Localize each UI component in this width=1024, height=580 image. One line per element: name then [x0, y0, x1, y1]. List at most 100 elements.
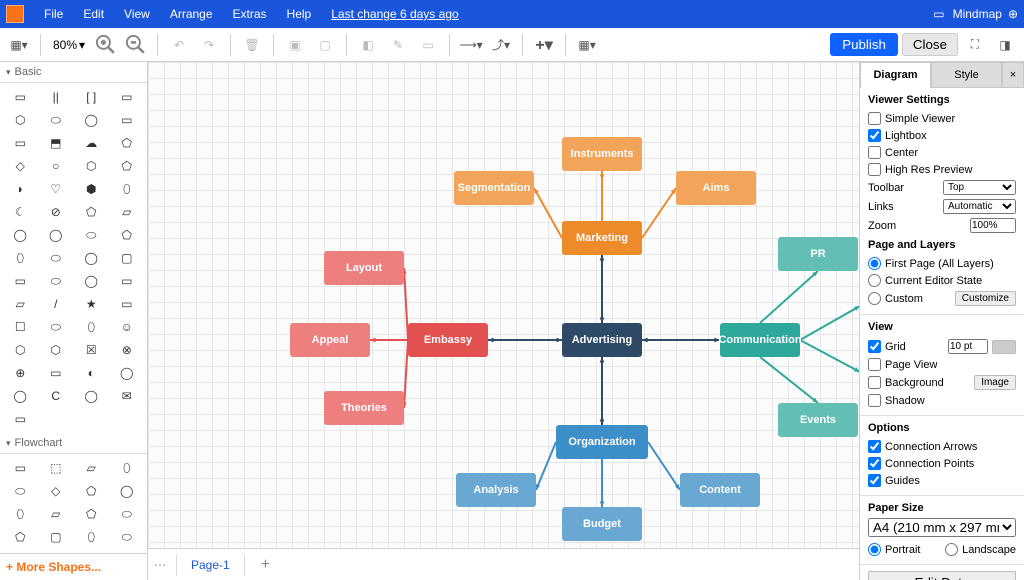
- pages-menu-icon[interactable]: ⋯: [154, 558, 168, 572]
- close-button[interactable]: Close: [902, 33, 958, 56]
- publish-button[interactable]: Publish: [830, 33, 898, 56]
- shape-stencil[interactable]: ▭: [4, 87, 37, 107]
- shape-stencil[interactable]: ▭: [4, 458, 37, 478]
- shape-stencil[interactable]: /: [40, 294, 73, 314]
- shape-stencil[interactable]: ▭: [4, 271, 37, 291]
- node-events[interactable]: Events: [778, 403, 858, 437]
- shape-stencil[interactable]: ⬡: [40, 340, 73, 360]
- zoom-in-icon[interactable]: [93, 32, 119, 58]
- shape-stencil[interactable]: ⬠: [4, 527, 37, 547]
- shape-stencil[interactable]: ⬡: [4, 340, 37, 360]
- redo-icon[interactable]: ↷: [196, 32, 222, 58]
- shape-stencil[interactable]: ⬡: [4, 110, 37, 130]
- shape-stencil[interactable]: ⬭: [75, 225, 108, 245]
- shape-stencil[interactable]: ⬭: [40, 271, 73, 291]
- format-panel-toggle-icon[interactable]: ◨: [992, 32, 1018, 58]
- shape-stencil[interactable]: ⬢: [75, 179, 108, 199]
- grid-checkbox[interactable]: [868, 340, 881, 353]
- conn-points-checkbox[interactable]: [868, 457, 881, 470]
- simple-viewer-checkbox[interactable]: [868, 112, 881, 125]
- shape-stencil[interactable]: ▭: [111, 110, 144, 130]
- node-budget[interactable]: Budget: [562, 507, 642, 541]
- shape-stencil[interactable]: ▭: [4, 409, 37, 429]
- menu-extras[interactable]: Extras: [223, 7, 277, 21]
- shadow-checkbox[interactable]: [868, 394, 881, 407]
- shape-stencil[interactable]: ◯: [40, 225, 73, 245]
- tab-style[interactable]: Style: [931, 62, 1002, 88]
- toolbar-select[interactable]: Top: [943, 180, 1016, 195]
- node-appeal[interactable]: Appeal: [290, 323, 370, 357]
- shape-stencil[interactable]: ▭: [111, 87, 144, 107]
- shape-stencil[interactable]: ⬠: [75, 481, 108, 501]
- customize-button[interactable]: Customize: [955, 291, 1016, 306]
- shape-stencil[interactable]: ⬭: [40, 110, 73, 130]
- delete-icon[interactable]: 🗑: [239, 32, 265, 58]
- grid-size-input[interactable]: [948, 339, 988, 354]
- shape-stencil[interactable]: ☁: [75, 133, 108, 153]
- node-analysis[interactable]: Analysis: [456, 473, 536, 507]
- node-communication[interactable]: Communication: [720, 323, 800, 357]
- center-checkbox[interactable]: [868, 146, 881, 159]
- custom-radio[interactable]: [868, 292, 881, 305]
- shape-stencil[interactable]: ◯: [75, 248, 108, 268]
- shape-stencil[interactable]: ▢: [111, 248, 144, 268]
- connection-icon[interactable]: ⟶▾: [458, 32, 484, 58]
- node-pr[interactable]: PR: [778, 237, 858, 271]
- shape-stencil[interactable]: ⬭: [4, 481, 37, 501]
- undo-icon[interactable]: ↶: [166, 32, 192, 58]
- more-shapes-button[interactable]: + More Shapes...: [0, 553, 147, 580]
- shape-stencil[interactable]: ▭: [111, 271, 144, 291]
- shape-stencil[interactable]: ⬚: [40, 458, 73, 478]
- shape-stencil[interactable]: ◐: [75, 363, 108, 383]
- shape-stencil[interactable]: ◇: [4, 156, 37, 176]
- shape-stencil[interactable]: ⊕: [4, 363, 37, 383]
- background-checkbox[interactable]: [868, 376, 881, 389]
- menu-edit[interactable]: Edit: [73, 7, 114, 21]
- node-layout[interactable]: Layout: [324, 251, 404, 285]
- shape-stencil[interactable]: ▱: [4, 294, 37, 314]
- shape-stencil[interactable]: ▭: [4, 133, 37, 153]
- shape-stencil[interactable]: ✉: [111, 386, 144, 406]
- waypoint-icon[interactable]: ⤴▾: [488, 32, 514, 58]
- background-image-button[interactable]: Image: [974, 375, 1016, 390]
- to-back-icon[interactable]: ▢: [312, 32, 338, 58]
- node-embassy[interactable]: Embassy: [408, 323, 488, 357]
- shape-stencil[interactable]: ◯: [111, 363, 144, 383]
- shape-stencil[interactable]: ♡: [40, 179, 73, 199]
- shape-stencil[interactable]: ▱: [111, 202, 144, 222]
- shape-stencil[interactable]: ⬯: [4, 504, 37, 524]
- globe-icon[interactable]: ⊕: [1008, 7, 1018, 21]
- shape-stencil[interactable]: ◯: [4, 386, 37, 406]
- conn-arrows-checkbox[interactable]: [868, 440, 881, 453]
- shape-stencil[interactable]: ◯: [75, 386, 108, 406]
- shape-category-flowchart[interactable]: Flowchart: [0, 433, 147, 454]
- shape-stencil[interactable]: ⬒: [40, 133, 73, 153]
- menu-help[interactable]: Help: [277, 7, 322, 21]
- shape-category-basic[interactable]: Basic: [0, 62, 147, 83]
- shape-stencil[interactable]: ◯: [4, 225, 37, 245]
- node-organization[interactable]: Organization: [556, 425, 648, 459]
- shape-stencil[interactable]: ⬯: [75, 317, 108, 337]
- shape-stencil[interactable]: ◇: [40, 481, 73, 501]
- fill-color-icon[interactable]: ◧: [355, 32, 381, 58]
- shape-stencil[interactable]: ⬠: [111, 156, 144, 176]
- shape-stencil[interactable]: ◯: [111, 481, 144, 501]
- node-theories[interactable]: Theories: [324, 391, 404, 425]
- node-marketing[interactable]: Marketing: [562, 221, 642, 255]
- highres-checkbox[interactable]: [868, 163, 881, 176]
- shape-stencil[interactable]: ⬯: [111, 179, 144, 199]
- shape-stencil[interactable]: ||: [40, 87, 73, 107]
- shape-stencil[interactable]: ⬭: [40, 248, 73, 268]
- node-content[interactable]: Content: [680, 473, 760, 507]
- line-color-icon[interactable]: ✎: [385, 32, 411, 58]
- add-page-button[interactable]: +: [253, 556, 278, 574]
- shape-stencil[interactable]: ☺: [111, 317, 144, 337]
- shape-stencil[interactable]: ⬭: [111, 527, 144, 547]
- shape-stencil[interactable]: ⊘: [40, 202, 73, 222]
- shape-stencil[interactable]: ⬯: [75, 527, 108, 547]
- table-icon[interactable]: ▦▾: [574, 32, 600, 58]
- shape-stencil[interactable]: ▱: [75, 458, 108, 478]
- page-tab-1[interactable]: Page-1: [176, 554, 245, 576]
- first-page-radio[interactable]: [868, 257, 881, 270]
- zoom-input[interactable]: [970, 218, 1016, 233]
